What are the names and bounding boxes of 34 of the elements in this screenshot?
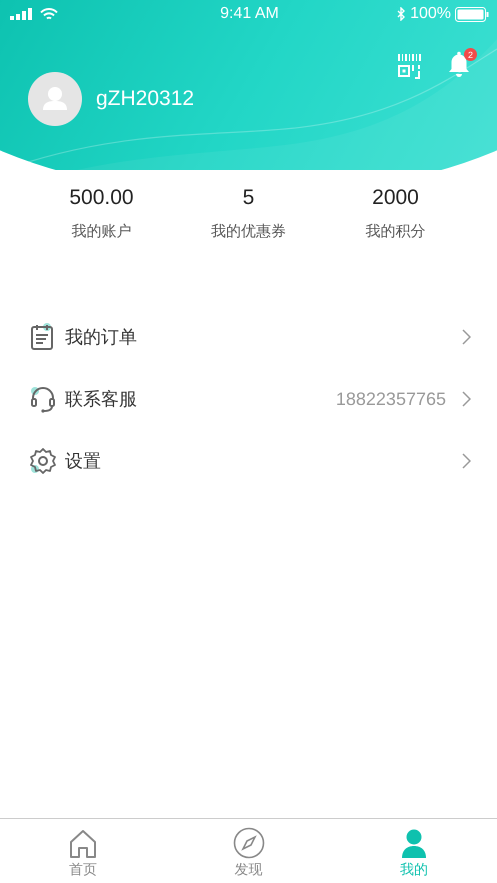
gear-icon bbox=[30, 447, 56, 475]
bluetooth-icon bbox=[397, 7, 406, 21]
avatar[interactable] bbox=[28, 72, 82, 126]
stat-value: 500.00 bbox=[69, 186, 134, 210]
chevron-right-icon bbox=[461, 329, 471, 345]
stat-label[interactable]: 我的积分 bbox=[366, 222, 426, 240]
stat-label[interactable]: 我的优惠券 bbox=[211, 222, 286, 240]
headset-icon bbox=[30, 385, 56, 413]
menu-label: 设置 bbox=[65, 450, 101, 473]
person-icon bbox=[401, 829, 428, 859]
signal-icon bbox=[10, 8, 34, 20]
chevron-right-icon bbox=[461, 391, 471, 407]
menu-row[interactable]: 联系客服 18822357765 bbox=[0, 368, 497, 430]
tab[interactable]: 发现 bbox=[166, 819, 332, 883]
menu-row[interactable]: 我的订单 bbox=[0, 306, 497, 368]
battery-icon bbox=[454, 6, 489, 22]
stat-label[interactable]: 我的账户 bbox=[72, 222, 132, 240]
stat-value: 2000 bbox=[372, 186, 419, 210]
battery-percent: 100% bbox=[410, 5, 451, 23]
chevron-right-icon bbox=[461, 453, 471, 469]
notification-badge: 2 bbox=[464, 48, 477, 61]
menu-label: 联系客服 bbox=[65, 388, 137, 411]
wifi-icon bbox=[40, 8, 58, 20]
qr-code-icon[interactable] bbox=[397, 54, 423, 80]
menu-label: 我的订单 bbox=[65, 326, 137, 349]
status-time: 9:41 AM bbox=[220, 5, 279, 23]
phone-number: 18822357765 bbox=[336, 388, 446, 410]
tab[interactable]: 首页 bbox=[0, 819, 166, 883]
clipboard-icon bbox=[30, 323, 56, 351]
username: gZH20312 bbox=[96, 87, 194, 111]
compass-icon bbox=[232, 827, 264, 859]
home-icon bbox=[68, 829, 98, 859]
menu-row[interactable]: 设置 bbox=[0, 430, 497, 492]
stat-value: 5 bbox=[242, 186, 254, 210]
